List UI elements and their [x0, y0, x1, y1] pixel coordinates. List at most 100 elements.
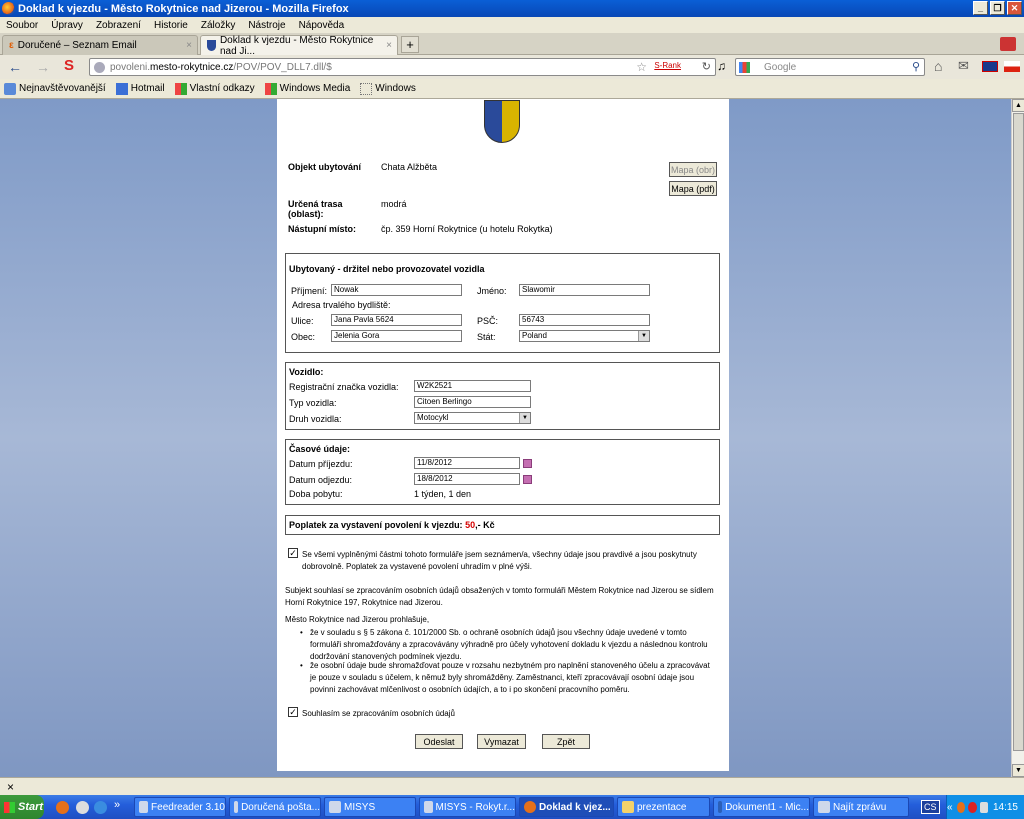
druh-select[interactable]: Motocykl ▼ — [414, 412, 531, 424]
bookmark-label: Windows — [375, 83, 416, 94]
tab-close-icon[interactable]: × — [186, 40, 192, 51]
vozidlo-section: Vozidlo: Registrační značka vozidla: W2K… — [285, 362, 720, 430]
forward-icon[interactable]: → — [36, 59, 50, 75]
cz-flag-icon[interactable] — [1004, 61, 1020, 72]
google-icon — [739, 62, 750, 73]
bullet-text: že osobní údaje bude shromažďovat pouze … — [310, 661, 710, 694]
tab-list-icon[interactable] — [1000, 37, 1016, 51]
calendar-icon[interactable] — [523, 459, 532, 468]
url-bar[interactable]: povoleni. mesto-rokytnice.cz/POV/POV_DLL7… — [89, 58, 716, 76]
close-button[interactable]: ✕ — [1007, 1, 1022, 15]
task-misys-rokyt[interactable]: MISYS - Rokyt.r... — [419, 797, 516, 817]
task-doklad[interactable]: Doklad k vjez... — [519, 797, 614, 817]
bookmark-windows-media[interactable]: Windows Media — [264, 82, 350, 95]
minimize-button[interactable]: _ — [973, 1, 988, 15]
quicklaunch-more-icon[interactable]: » — [114, 799, 120, 811]
task-misys[interactable]: MISYS — [324, 797, 416, 817]
mapa-pdf-button[interactable]: Mapa (pdf) — [669, 181, 717, 196]
spz-input[interactable]: W2K2521 — [414, 380, 531, 392]
psc-input[interactable]: 56743 — [519, 314, 650, 326]
task-prezentace[interactable]: prezentace — [617, 797, 710, 817]
ie-quicklaunch-icon[interactable] — [94, 801, 107, 814]
tab-close-icon[interactable]: × — [386, 40, 392, 51]
obec-input[interactable]: Jelenia Gora — [331, 330, 462, 342]
prijmeni-label: Příjmení: — [291, 286, 328, 296]
bookmark-windows[interactable]: Windows — [360, 82, 416, 95]
reload-icon[interactable]: ↻ — [702, 60, 711, 73]
task-feedreader[interactable]: Feedreader 3.10 — [134, 797, 226, 817]
menu-napoveda[interactable]: Nápověda — [299, 20, 345, 31]
new-tab-button[interactable]: + — [401, 36, 419, 53]
mapa-obr-button[interactable]: Mapa (obr) — [669, 162, 717, 177]
typ-label: Typ vozidla: — [289, 398, 337, 408]
task-dokument1[interactable]: Dokument1 - Mic... — [713, 797, 810, 817]
prijezd-label: Datum příjezdu: — [289, 459, 353, 469]
stat-value: Poland — [522, 331, 547, 340]
stat-select[interactable]: Poland ▼ — [519, 330, 650, 342]
uk-flag-icon[interactable] — [982, 61, 998, 72]
start-button[interactable]: Start — [0, 795, 44, 819]
menu-nastroje[interactable]: Nástroje — [248, 20, 285, 31]
vymazat-button[interactable]: Vymazat — [477, 734, 526, 749]
tray-icon[interactable] — [968, 801, 977, 813]
findbar-close-icon[interactable]: × — [7, 780, 14, 794]
tab-doklad[interactable]: Doklad k vjezdu - Město Rokytnice nad Ji… — [200, 35, 398, 57]
page-icon — [360, 82, 373, 95]
prijmeni-input[interactable]: Nowak — [331, 284, 462, 296]
task-label: Najít zprávu — [833, 801, 887, 813]
tray-icon[interactable] — [956, 801, 966, 813]
quicklaunch-icon[interactable] — [76, 801, 89, 814]
menu-historie[interactable]: Historie — [154, 20, 188, 31]
vertical-scrollbar[interactable]: ▲ ▼ — [1011, 99, 1024, 777]
s-addon-icon[interactable]: S — [64, 57, 74, 74]
bookmark-vlastni-odkazy[interactable]: Vlastní odkazy — [174, 82, 255, 95]
tab-seznam-email[interactable]: ε Doručené – Seznam Email × — [2, 35, 198, 55]
odjezd-input[interactable]: 18/8/2012 — [414, 473, 520, 485]
scroll-thumb[interactable] — [1013, 113, 1024, 751]
task-label: Doklad k vjez... — [539, 801, 611, 813]
maximize-button[interactable]: ❐ — [990, 1, 1005, 15]
chevron-down-icon[interactable]: ▼ — [519, 413, 530, 423]
chevron-down-icon[interactable]: ▼ — [638, 331, 649, 341]
odeslat-button[interactable]: Odeslat — [415, 734, 463, 749]
search-input[interactable]: Google ⚲ — [735, 58, 925, 76]
task-dorucena-posta[interactable]: Doručená pošta... — [229, 797, 321, 817]
scroll-up-icon[interactable]: ▲ — [1012, 99, 1024, 112]
souhlas2-checkbox[interactable]: ✓ — [288, 707, 298, 717]
menu-zobrazeni[interactable]: Zobrazení — [96, 20, 141, 31]
task-label: Doručená pošta... — [241, 801, 320, 813]
adresa-label: Adresa trvalého bydliště: — [292, 300, 391, 310]
zpet-button[interactable]: Zpět — [542, 734, 590, 749]
souhlas1-checkbox[interactable]: ✓ — [288, 548, 298, 558]
music-icon[interactable]: ♫ — [717, 59, 726, 73]
tray-expand-icon[interactable]: « — [947, 802, 953, 813]
firefox-quicklaunch-icon[interactable] — [56, 801, 69, 814]
menu-zalozky[interactable]: Záložky — [201, 20, 235, 31]
bookmark-nejnavstevovanejsi[interactable]: Nejnavštěvovanější — [4, 82, 106, 95]
seznam-icon: ε — [9, 40, 14, 51]
typ-input[interactable]: Citoen Berlingo — [414, 396, 531, 408]
ulice-label: Ulice: — [291, 316, 314, 326]
objekt-label: Objekt ubytování — [288, 162, 362, 172]
home-icon[interactable]: ⌂ — [934, 58, 942, 74]
bullet-icon: • — [300, 628, 303, 637]
jmeno-label: Jméno: — [477, 286, 507, 296]
task-najit-zpravu[interactable]: Najít zprávu — [813, 797, 909, 817]
bookmark-hotmail[interactable]: Hotmail — [115, 82, 165, 95]
prijezd-input[interactable]: 11/8/2012 — [414, 457, 520, 469]
tray-icon[interactable] — [979, 801, 988, 813]
menu-upravy[interactable]: Úpravy — [51, 20, 83, 31]
ubytovany-heading: Ubytovaný - držitel nebo provozovatel vo… — [289, 264, 485, 274]
ulice-input[interactable]: Jana Pavla 5624 — [331, 314, 462, 326]
language-indicator[interactable]: CS — [921, 800, 940, 814]
jmeno-input[interactable]: Slawomir — [519, 284, 650, 296]
bookmark-star-icon[interactable]: ☆ — [636, 60, 647, 74]
calendar-icon[interactable] — [523, 475, 532, 484]
back-icon[interactable]: ← — [8, 59, 22, 75]
mail-icon[interactable]: ✉ — [958, 58, 969, 74]
clock[interactable]: 14:15 — [993, 802, 1018, 813]
menu-soubor[interactable]: Soubor — [6, 20, 38, 31]
scroll-down-icon[interactable]: ▼ — [1012, 764, 1024, 777]
search-icon[interactable]: ⚲ — [912, 60, 920, 73]
srank-label[interactable]: S-Rank — [654, 61, 681, 70]
